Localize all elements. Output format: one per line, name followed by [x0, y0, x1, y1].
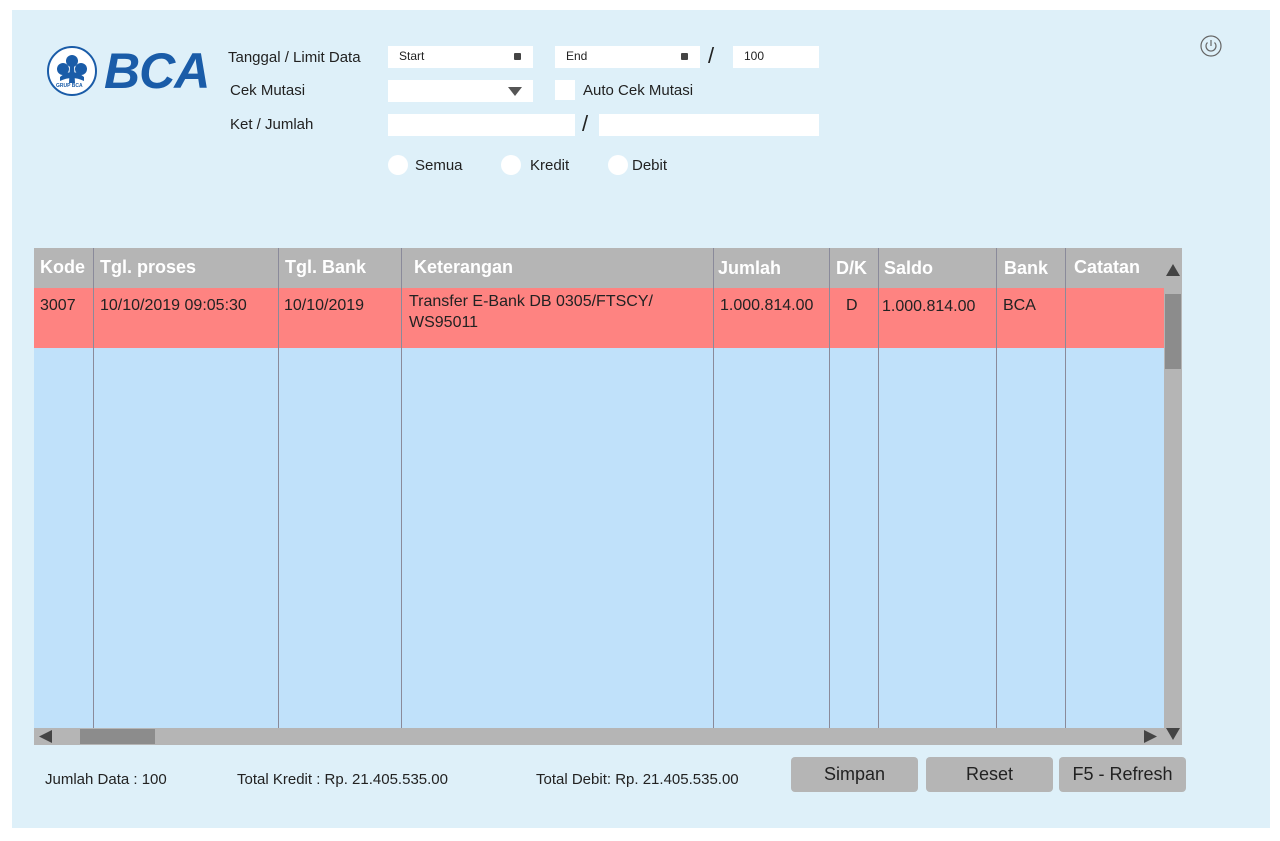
- col-catatan[interactable]: Catatan: [1074, 257, 1140, 278]
- column-divider: [829, 248, 830, 728]
- col-tgl-proses[interactable]: Tgl. proses: [100, 257, 196, 278]
- chevron-down-icon: [508, 87, 522, 96]
- separator: /: [708, 43, 715, 68]
- bca-logo: GRUP BCA BCA: [46, 43, 210, 99]
- cek-mutasi-label: Cek Mutasi: [230, 82, 306, 99]
- col-keterangan[interactable]: Keterangan: [414, 257, 513, 278]
- col-dk[interactable]: D/K: [836, 258, 867, 279]
- bca-emblem-icon: [47, 46, 97, 96]
- cell-keterangan: Transfer E-Bank DB 0305/FTSCY/ WS95011: [409, 291, 653, 333]
- cell-bank: BCA: [1003, 297, 1036, 314]
- col-bank[interactable]: Bank: [1004, 258, 1048, 279]
- column-divider: [278, 248, 279, 728]
- col-jumlah[interactable]: Jumlah: [718, 258, 781, 279]
- reset-button[interactable]: Reset: [926, 757, 1053, 792]
- keterangan-input[interactable]: [388, 114, 575, 136]
- auto-cek-mutasi-checkbox[interactable]: [555, 80, 575, 100]
- column-divider: [401, 248, 402, 728]
- radio-kredit[interactable]: [501, 155, 521, 175]
- cek-mutasi-select[interactable]: [388, 80, 533, 102]
- keterangan-line-2: WS95011: [409, 314, 479, 331]
- horizontal-scroll-thumb[interactable]: [80, 729, 155, 744]
- radio-debit-label: Debit: [632, 157, 668, 174]
- column-divider: [878, 248, 879, 728]
- logo-caption: GRUP BCA: [56, 83, 83, 89]
- ket-jumlah-label: Ket / Jumlah: [230, 116, 314, 133]
- refresh-button[interactable]: F5 - Refresh: [1059, 757, 1186, 792]
- horizontal-scrollbar[interactable]: [34, 728, 1164, 745]
- keterangan-line-1: Transfer E-Bank DB 0305/FTSCY/: [409, 293, 653, 310]
- radio-semua[interactable]: [388, 155, 408, 175]
- total-debit-text: Total Debit: Rp. 21.405.535.00: [536, 771, 739, 788]
- cell-jumlah: 1.000.814.00: [720, 297, 814, 314]
- start-date-placeholder: Start: [399, 49, 425, 63]
- scroll-up-icon[interactable]: [1164, 262, 1182, 278]
- cell-saldo: 1.000.814.00: [882, 298, 976, 315]
- radio-kredit-label: Kredit: [530, 157, 570, 174]
- start-date-input[interactable]: Start: [388, 46, 533, 68]
- date-limit-label: Tanggal / Limit Data: [228, 49, 361, 66]
- col-saldo[interactable]: Saldo: [884, 258, 933, 279]
- table-header: Kode Tgl. proses Tgl. Bank Keterangan Ju…: [34, 248, 1164, 288]
- radio-semua-label: Semua: [415, 157, 463, 174]
- cell-kode: 3007: [40, 297, 76, 314]
- mutasi-table: Kode Tgl. proses Tgl. Bank Keterangan Ju…: [34, 248, 1164, 728]
- column-divider: [93, 248, 94, 728]
- cell-tgl-proses: 10/10/2019 09:05:30: [100, 297, 247, 314]
- power-icon[interactable]: [1200, 35, 1222, 57]
- jumlah-input[interactable]: [599, 114, 819, 136]
- cell-dk: D: [846, 297, 858, 314]
- brand-name: BCA: [104, 43, 210, 99]
- end-date-placeholder: End: [566, 49, 588, 63]
- end-date-input[interactable]: End: [555, 46, 700, 68]
- limit-input[interactable]: 100: [733, 46, 819, 68]
- jumlah-data-text: Jumlah Data : 100: [45, 771, 167, 788]
- vertical-scroll-thumb[interactable]: [1165, 294, 1181, 369]
- vertical-scrollbar[interactable]: [1164, 248, 1182, 745]
- column-divider: [713, 248, 714, 728]
- col-tgl-bank[interactable]: Tgl. Bank: [285, 257, 366, 278]
- calendar-icon[interactable]: [514, 53, 521, 60]
- scroll-down-icon[interactable]: [1164, 726, 1182, 742]
- calendar-icon[interactable]: [681, 53, 688, 60]
- col-kode[interactable]: Kode: [40, 257, 85, 278]
- column-divider: [996, 248, 997, 728]
- auto-cek-mutasi-label: Auto Cek Mutasi: [583, 82, 694, 99]
- simpan-button[interactable]: Simpan: [791, 757, 918, 792]
- radio-debit[interactable]: [608, 155, 628, 175]
- cell-tgl-bank: 10/10/2019: [284, 297, 365, 314]
- scroll-right-icon[interactable]: [1142, 728, 1160, 745]
- separator: /: [582, 111, 589, 136]
- column-divider: [1065, 248, 1066, 728]
- table-row[interactable]: 3007 10/10/2019 09:05:30 10/10/2019 Tran…: [34, 288, 1164, 348]
- scroll-left-icon[interactable]: [36, 728, 54, 745]
- total-kredit-text: Total Kredit : Rp. 21.405.535.00: [237, 771, 448, 788]
